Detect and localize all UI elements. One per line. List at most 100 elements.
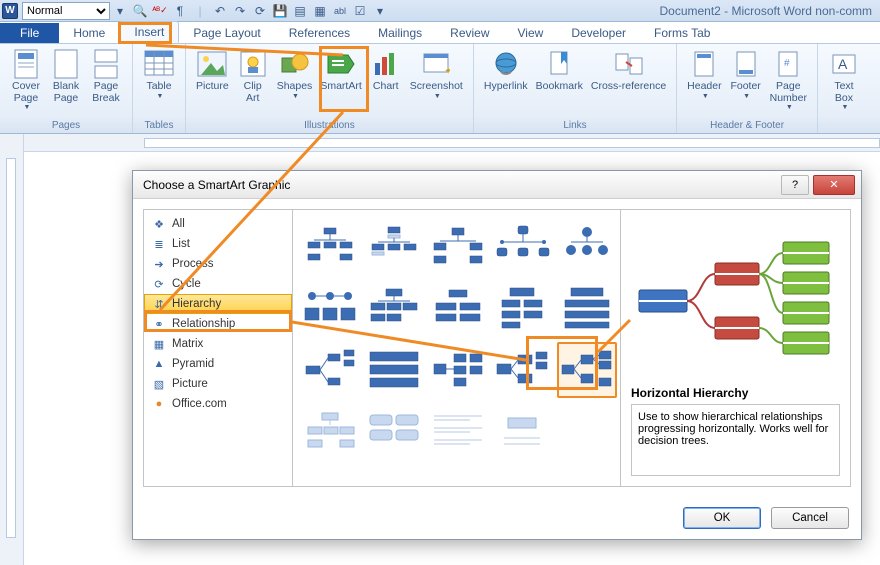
smartart-thumb[interactable] <box>493 280 551 336</box>
smartart-gallery <box>293 209 621 487</box>
spellcheck-icon[interactable]: ᴬᴮ✓ <box>151 2 169 20</box>
header-button[interactable]: Header▼ <box>683 46 725 102</box>
dialog-footer: OK Cancel <box>133 497 861 539</box>
clipart-button[interactable]: ClipArt <box>233 46 273 106</box>
smartart-thumb[interactable] <box>365 342 423 398</box>
page-number-icon: # <box>772 48 804 80</box>
table-button[interactable]: Table▼ <box>139 46 179 102</box>
undo-icon[interactable]: ↶ <box>211 2 229 20</box>
chart-icon <box>370 48 402 80</box>
header-icon <box>688 48 720 80</box>
footer-button[interactable]: Footer▼ <box>726 46 766 102</box>
smartart-thumb[interactable] <box>301 218 359 274</box>
tab-insert[interactable]: Insert <box>119 21 179 43</box>
office-icon: ● <box>152 397 166 411</box>
bookmark-button[interactable]: Bookmark <box>532 46 587 95</box>
table-icon <box>143 48 175 80</box>
table-icon[interactable]: ▦ <box>311 2 329 20</box>
tab-file[interactable]: File <box>0 23 59 43</box>
tab-home[interactable]: Home <box>59 23 119 43</box>
smartart-thumb[interactable] <box>365 218 423 274</box>
smartart-thumb[interactable] <box>365 404 423 460</box>
group-label-illustrations: Illustrations <box>186 119 473 133</box>
hyperlink-button[interactable]: Hyperlink <box>480 46 532 95</box>
horizontal-ruler[interactable] <box>24 134 880 152</box>
ok-button[interactable]: OK <box>683 507 761 529</box>
smartart-thumb[interactable] <box>429 218 487 274</box>
paragraph-marks-icon[interactable]: ¶ <box>171 2 189 20</box>
ribbon-tabs: File Home Insert Page Layout References … <box>0 22 880 44</box>
group-header-footer: Header▼ Footer▼ #PageNumber▼ Header & Fo… <box>677 44 818 133</box>
tab-references[interactable]: References <box>275 23 364 43</box>
gallery-icon[interactable]: ▤ <box>291 2 309 20</box>
footer-icon <box>730 48 762 80</box>
smartart-thumb-horizontal-hierarchy[interactable] <box>557 342 617 398</box>
category-picture[interactable]: ▧Picture <box>144 374 292 394</box>
smartart-thumb[interactable] <box>365 280 423 336</box>
tab-page-layout[interactable]: Page Layout <box>179 23 274 43</box>
qat-end-dropdown-icon[interactable]: ▾ <box>371 2 389 20</box>
cover-page-button[interactable]: CoverPage▼ <box>6 46 46 114</box>
category-office[interactable]: ●Office.com <box>144 394 292 414</box>
category-cycle[interactable]: ⟳Cycle <box>144 274 292 294</box>
category-all[interactable]: ❖All <box>144 214 292 234</box>
textfield-icon[interactable]: abl <box>331 2 349 20</box>
word-app-icon: W <box>2 3 18 19</box>
checkbox-icon[interactable]: ☑ <box>351 2 369 20</box>
cancel-button[interactable]: Cancel <box>771 507 849 529</box>
help-button[interactable]: ? <box>781 175 809 195</box>
smartart-thumb[interactable] <box>301 280 359 336</box>
cycle-icon: ⟳ <box>152 277 166 291</box>
category-list[interactable]: ≣List <box>144 234 292 254</box>
smartart-thumb[interactable] <box>429 404 487 460</box>
tab-mailings[interactable]: Mailings <box>364 23 436 43</box>
smartart-thumb[interactable] <box>493 218 551 274</box>
quick-access-toolbar: W Normal ▾ 🔍 ᴬᴮ✓ ¶ | ↶ ↷ ⟳ 💾 ▤ ▦ abl ☑ ▾… <box>0 0 880 22</box>
smartart-thumb[interactable] <box>493 404 551 460</box>
smartart-thumb[interactable] <box>301 404 359 460</box>
tab-view[interactable]: View <box>504 23 558 43</box>
preview-description: Use to show hierarchical relationships p… <box>631 404 840 476</box>
tab-forms[interactable]: Forms Tab <box>640 23 724 43</box>
group-pages: CoverPage▼ BlankPage PageBreak Pages <box>0 44 133 133</box>
all-icon: ❖ <box>152 217 166 231</box>
smartart-thumb[interactable] <box>557 280 617 336</box>
refresh-icon[interactable]: ⟳ <box>251 2 269 20</box>
page-break-button[interactable]: PageBreak <box>86 46 126 106</box>
save-icon[interactable]: 💾 <box>271 2 289 20</box>
category-relationship[interactable]: ⚭Relationship <box>144 314 292 334</box>
category-pyramid[interactable]: ▲Pyramid <box>144 354 292 374</box>
picture-button[interactable]: Picture <box>192 46 233 95</box>
style-selector[interactable]: Normal <box>22 2 110 20</box>
cover-page-icon <box>10 48 42 80</box>
screenshot-icon: ✦ <box>420 48 452 80</box>
shapes-button[interactable]: Shapes▼ <box>273 46 317 102</box>
crossref-button[interactable]: Cross-reference <box>587 46 670 95</box>
smartart-thumb[interactable] <box>429 342 487 398</box>
smartart-thumb[interactable] <box>429 280 487 336</box>
screenshot-button[interactable]: ✦Screenshot▼ <box>406 46 467 102</box>
close-button[interactable]: ✕ <box>813 175 855 195</box>
category-process[interactable]: ➔Process <box>144 254 292 274</box>
smartart-button[interactable]: SmartArt <box>316 46 365 95</box>
smartart-thumb[interactable] <box>301 342 359 398</box>
group-label-links: Links <box>474 119 676 133</box>
tab-developer[interactable]: Developer <box>557 23 640 43</box>
smartart-thumb[interactable] <box>493 342 551 398</box>
dialog-titlebar[interactable]: Choose a SmartArt Graphic ? ✕ <box>133 171 861 199</box>
category-hierarchy[interactable]: ⇵Hierarchy <box>144 294 292 314</box>
picture-icon <box>196 48 228 80</box>
textbox-button[interactable]: ATextBox▼ <box>824 46 864 114</box>
page-number-button[interactable]: #PageNumber▼ <box>766 46 811 114</box>
vertical-ruler[interactable] <box>0 134 24 565</box>
preview-icon[interactable]: 🔍 <box>131 2 149 20</box>
matrix-icon: ▦ <box>152 337 166 351</box>
chart-button[interactable]: Chart <box>366 46 406 95</box>
redo-icon[interactable]: ↷ <box>231 2 249 20</box>
category-matrix[interactable]: ▦Matrix <box>144 334 292 354</box>
qat-dropdown-icon[interactable]: ▾ <box>111 2 129 20</box>
tab-review[interactable]: Review <box>436 23 503 43</box>
blank-page-button[interactable]: BlankPage <box>46 46 86 106</box>
sep: | <box>191 2 209 20</box>
smartart-thumb[interactable] <box>557 218 617 274</box>
